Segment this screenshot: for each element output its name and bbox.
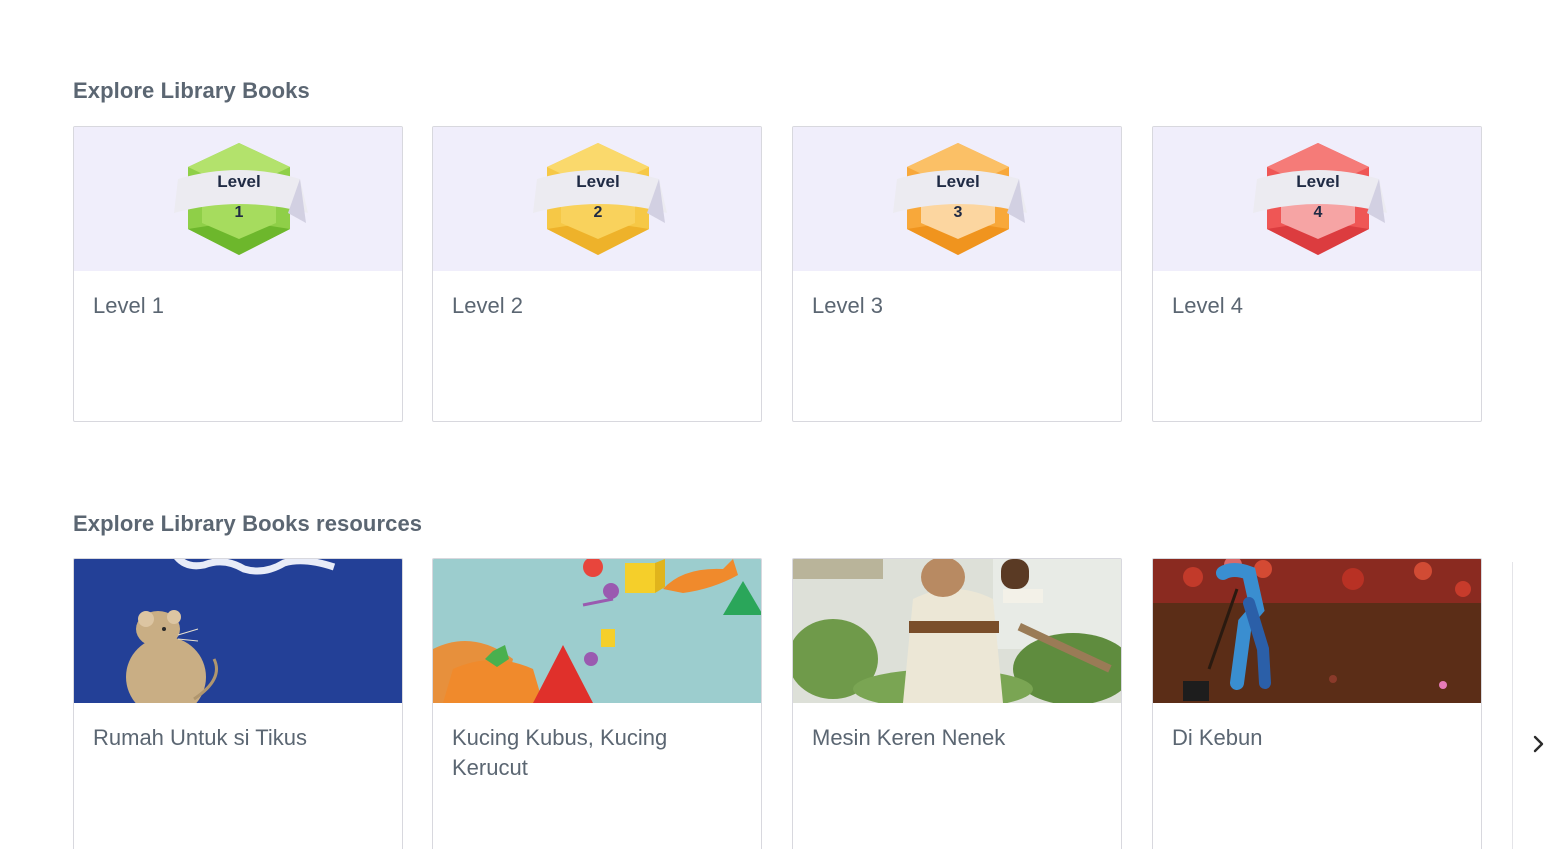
level-4-badge-icon: Level 4 <box>1253 143 1387 255</box>
grandma-garden-image <box>793 559 1121 703</box>
level-card-label: Level 2 <box>452 293 523 318</box>
level-card-banner: Level 2 <box>433 127 761 271</box>
section-title-library-books: Explore Library Books <box>73 78 310 103</box>
resource-card-title: Kucing Kubus, Kucing Kerucut <box>452 725 668 780</box>
level-2-badge-icon: Level 2 <box>533 143 667 255</box>
level-card-3[interactable]: Level 3 Level 3 <box>792 126 1122 422</box>
resource-thumbnail <box>793 559 1121 703</box>
garden-digging-image <box>1153 559 1481 703</box>
level-card-2[interactable]: Level 2 Level 2 <box>432 126 762 422</box>
resource-card-title: Rumah Untuk si Tikus <box>93 725 307 750</box>
badge-word: Level <box>1296 172 1339 191</box>
level-3-badge-icon: Level 3 <box>893 143 1027 255</box>
chevron-right-icon <box>1533 735 1544 753</box>
badge-number: 2 <box>594 204 603 221</box>
section-title-library-resources: Explore Library Books resources <box>73 511 423 536</box>
badge-number: 3 <box>954 204 963 221</box>
cats-shapes-image <box>433 559 761 703</box>
page: Explore Library Books Level 1 Level 1 Le… <box>0 0 1567 849</box>
resource-card-title: Di Kebun <box>1172 725 1263 750</box>
badge-word: Level <box>217 172 260 191</box>
resource-card-mesin-keren-nenek[interactable]: Mesin Keren Nenek <box>792 558 1122 849</box>
badge-word: Level <box>936 172 979 191</box>
level-card-banner: Level 3 <box>793 127 1121 271</box>
level-card-label: Level 1 <box>93 293 164 318</box>
resource-thumbnail <box>74 559 402 703</box>
badge-number: 1 <box>235 204 244 221</box>
resource-thumbnail <box>1153 559 1481 703</box>
level-card-banner: Level 1 <box>74 127 402 271</box>
resource-card-title: Mesin Keren Nenek <box>812 725 1006 750</box>
badge-word: Level <box>576 172 619 191</box>
level-card-1[interactable]: Level 1 Level 1 <box>73 126 403 422</box>
next-card-edge <box>1512 562 1513 849</box>
resource-thumbnail <box>433 559 761 703</box>
carousel-next-button[interactable] <box>1524 728 1554 760</box>
resource-card-rumah-untuk-si-tikus[interactable]: Rumah Untuk si Tikus <box>73 558 403 849</box>
level-card-label: Level 3 <box>812 293 883 318</box>
level-card-banner: Level 4 <box>1153 127 1481 271</box>
resource-card-di-kebun[interactable]: Di Kebun <box>1152 558 1482 849</box>
badge-number: 4 <box>1314 204 1323 221</box>
level-card-4[interactable]: Level 4 Level 4 <box>1152 126 1482 422</box>
level-1-badge-icon: Level 1 <box>174 143 308 255</box>
resource-card-kucing-kubus[interactable]: Kucing Kubus, Kucing Kerucut <box>432 558 762 849</box>
level-card-label: Level 4 <box>1172 293 1243 318</box>
mouse-cover-image <box>74 559 402 703</box>
